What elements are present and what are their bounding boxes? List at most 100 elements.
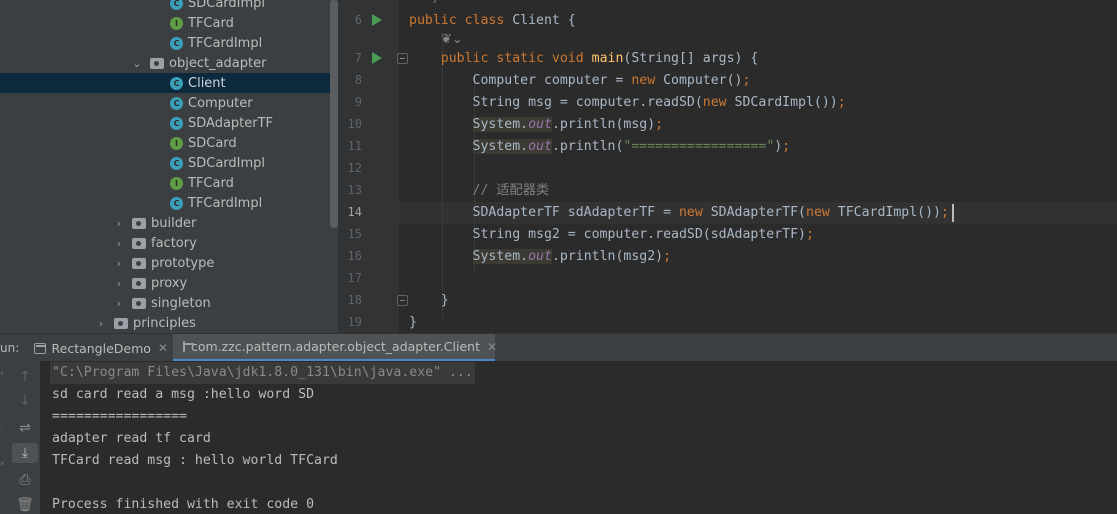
console-icon: [34, 342, 46, 354]
tree-item-tfcard[interactable]: I TFCard: [0, 13, 338, 33]
run-tab-label: com.zzc.pattern.adapter.object_adapter.C…: [191, 339, 480, 354]
code-line-9: String msg = computer.readSD(new SDCardI…: [409, 95, 846, 110]
project-tree[interactable]: C SDCardImpl I TFCard C TFCardImpl ⌄ obj…: [0, 0, 338, 333]
tree-item-label: TFCardImpl: [188, 195, 263, 211]
tree-item-label: prototype: [151, 255, 215, 271]
tree-item-tfcardimpl-2[interactable]: C TFCardImpl: [0, 193, 338, 213]
line-number: 12: [347, 161, 362, 175]
code-line-13: // 适配器类: [409, 180, 550, 202]
line-number: 18: [347, 293, 362, 307]
chevron-right-icon[interactable]: ›: [113, 233, 125, 253]
tree-item-label: proxy: [151, 275, 188, 291]
tree-item-object-adapter[interactable]: ⌄ object_adapter: [0, 53, 338, 73]
tree-item-singleton[interactable]: › singleton: [0, 293, 338, 313]
tree-item-factory[interactable]: › factory: [0, 233, 338, 253]
code-line-7: public static void main(String[] args) {: [440, 51, 759, 66]
tree-item-label: SDCardImpl: [188, 0, 266, 11]
tree-item-builder[interactable]: › builder: [0, 213, 338, 233]
console-line: sd card read a msg :hello word SD: [52, 387, 315, 402]
tree-item-sdcardimpl-2[interactable]: C SDCardImpl: [0, 153, 338, 173]
line-number: 7: [354, 51, 362, 65]
chevron-right-icon[interactable]: ›: [113, 253, 125, 273]
code-line-16: System.out.println(msg2);: [472, 249, 672, 264]
chevron-down-icon[interactable]: ⌄: [131, 53, 143, 73]
line-number: 10: [347, 117, 362, 131]
tree-item-tfcard-2[interactable]: I TFCard: [0, 173, 338, 193]
run-class-icon[interactable]: [372, 14, 382, 26]
tree-item-sdcardimpl[interactable]: C SDCardImpl: [0, 0, 338, 13]
chevron-right-icon[interactable]: ›: [113, 213, 125, 233]
line-number: 11: [347, 139, 362, 153]
close-icon[interactable]: ✕: [487, 340, 497, 354]
bulb-hint-icon[interactable]: ❦⌄: [441, 32, 463, 47]
trash-icon[interactable]: 🗑: [12, 495, 38, 514]
line-number: 19: [347, 315, 362, 329]
tree-item-label: Client: [188, 75, 226, 91]
arrow-down-icon[interactable]: ↓: [12, 391, 38, 411]
tree-item-sdcard[interactable]: I SDCard: [0, 133, 338, 153]
fold-icon[interactable]: [397, 53, 408, 64]
run-method-icon[interactable]: [372, 52, 382, 64]
tree-item-principles[interactable]: › principles: [0, 313, 338, 333]
console-line: =================: [52, 409, 187, 424]
tree-item-tfcardimpl[interactable]: C TFCardImpl: [0, 33, 338, 53]
tree-item-label: object_adapter: [169, 55, 267, 71]
chevron-right-icon[interactable]: ›: [113, 293, 125, 313]
soft-wrap-icon[interactable]: ⇌: [12, 418, 38, 438]
code-editor[interactable]: 6 7 8 9 10 11 12 13 14 15 16 17 18 19 */…: [338, 0, 1117, 333]
tree-item-label: TFCard: [188, 15, 234, 31]
line-number-current: 14: [347, 205, 362, 219]
tree-item-computer[interactable]: C Computer: [0, 93, 338, 113]
scroll-to-end-icon[interactable]: ⤓: [12, 443, 38, 463]
tree-item-label: Computer: [188, 95, 253, 111]
edge-marker: ·: [0, 423, 3, 433]
tree-scrollbar[interactable]: [330, 0, 338, 228]
tree-item-label: SDCardImpl: [188, 155, 266, 171]
code-line-19: }: [409, 312, 417, 333]
code-line-14: SDAdapterTF sdAdapterTF = new SDAdapterT…: [409, 205, 949, 220]
console-line: adapter read tf card: [52, 431, 211, 446]
line-number: 6: [354, 13, 362, 27]
tree-item-sdadaptertf[interactable]: C SDAdapterTF: [0, 113, 338, 133]
chevron-right-icon[interactable]: ›: [113, 273, 125, 293]
console-output[interactable]: "C:\Program Files\Java\jdk1.8.0_131\bin\…: [40, 361, 1117, 514]
code-line-5: */: [409, 0, 441, 10]
tree-item-label: TFCardImpl: [188, 35, 263, 51]
code-line-6: public class Client {: [409, 13, 576, 28]
text-caret: [952, 204, 954, 222]
code-comment: // 适配器类: [472, 183, 550, 198]
class-icon: C: [170, 156, 183, 170]
arrow-up-icon[interactable]: ↑: [12, 367, 38, 387]
run-tab-client[interactable]: com.zzc.pattern.adapter.object_adapter.C…: [173, 334, 497, 362]
code-line-18: }: [409, 290, 449, 312]
run-title: un:: [0, 341, 20, 355]
class-icon: C: [170, 76, 183, 90]
package-icon: [132, 257, 146, 269]
chevron-right-icon[interactable]: ›: [95, 313, 107, 333]
package-icon: [114, 317, 128, 329]
tree-item-label: principles: [133, 315, 196, 331]
tree-item-label: SDAdapterTF: [188, 115, 274, 131]
print-icon[interactable]: ⎙: [12, 470, 38, 490]
tree-item-proxy[interactable]: › proxy: [0, 273, 338, 293]
tree-item-client[interactable]: C Client: [0, 73, 338, 93]
interface-icon: I: [170, 176, 183, 190]
code-line-11: System.out.println("=================");: [472, 139, 791, 154]
tree-item-label: TFCard: [188, 175, 234, 191]
closing-brace: }: [409, 315, 417, 330]
run-tab-rectangledemo[interactable]: RectangleDemo ✕: [26, 334, 168, 362]
run-toolbar: › · * ↑ ↓ ⇌ ⤓ ⎙ 🗑: [0, 361, 40, 514]
run-tool-window-header: un: RectangleDemo ✕ com.zzc.pattern.adap…: [0, 333, 1117, 362]
run-tab-label: RectangleDemo: [51, 340, 151, 356]
console-line: Process finished with exit code 0: [52, 497, 315, 512]
tree-item-prototype[interactable]: › prototype: [0, 253, 338, 273]
editor-gutter: 6 7 8 9 10 11 12 13 14 15 16 17 18 19: [338, 0, 399, 333]
edge-marker: *: [0, 461, 5, 471]
console-line-command: "C:\Program Files\Java\jdk1.8.0_131\bin\…: [50, 362, 475, 384]
close-icon[interactable]: ✕: [158, 341, 168, 355]
fold-icon[interactable]: [397, 295, 408, 306]
line-number: 8: [354, 73, 362, 87]
closing-brace: }: [440, 293, 449, 308]
tree-item-label: SDCard: [188, 135, 237, 151]
console-icon: [183, 341, 194, 352]
